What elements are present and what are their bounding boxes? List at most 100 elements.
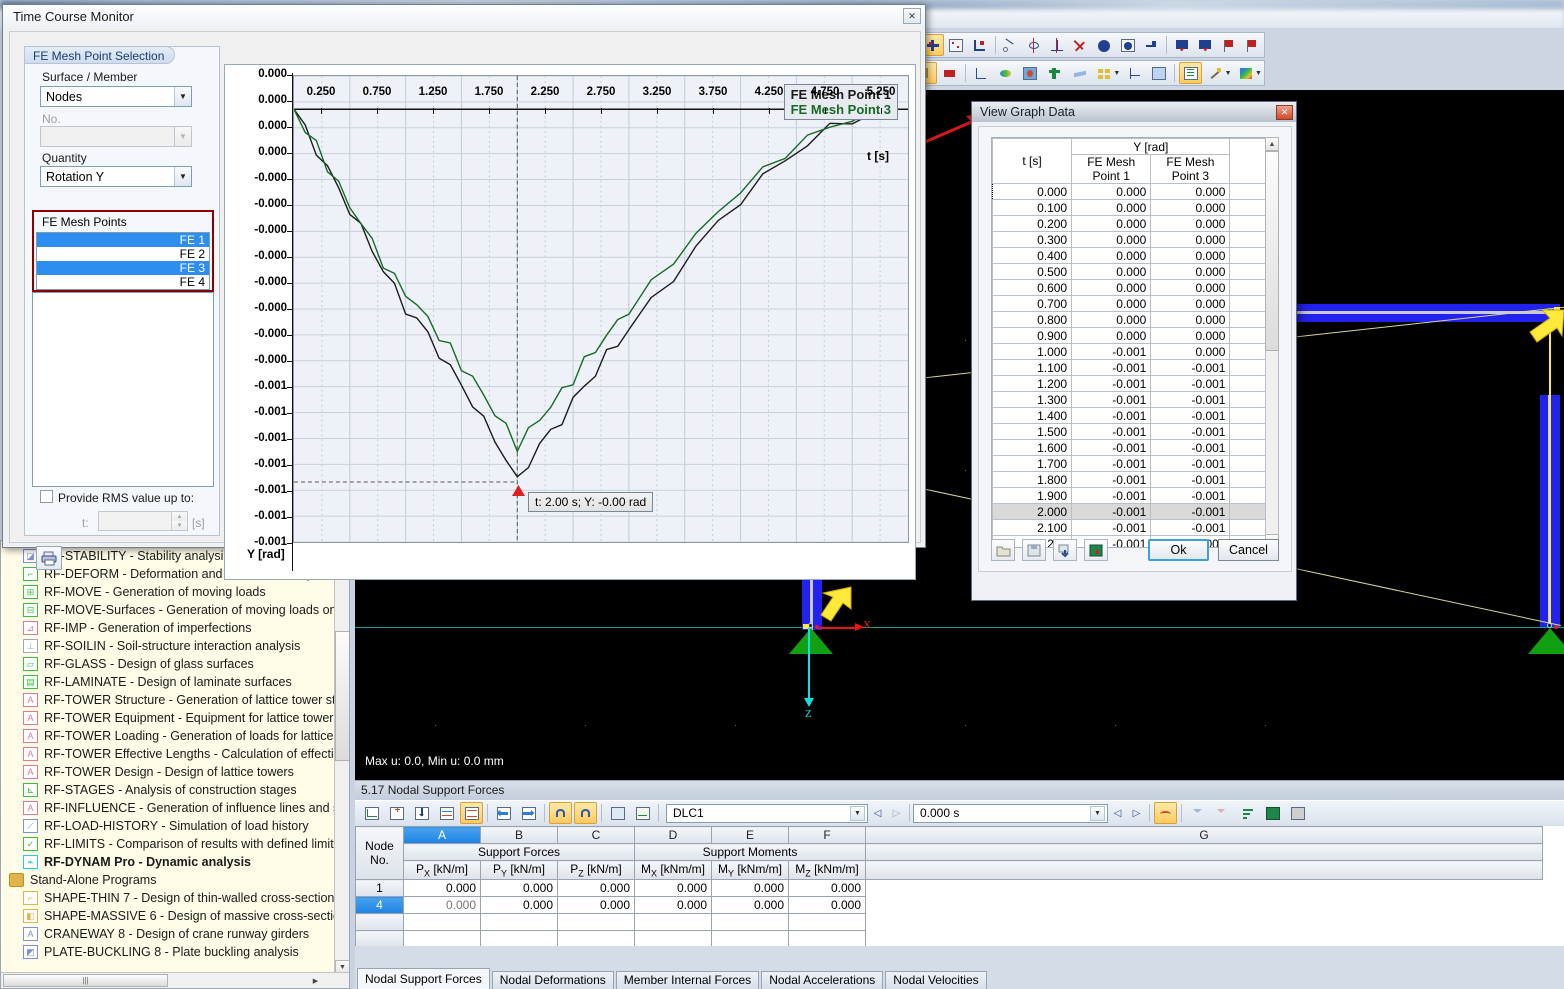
graph-data-cell-p1[interactable]: 0.000 bbox=[1072, 264, 1151, 280]
row-header-empty[interactable] bbox=[356, 931, 404, 946]
tree-item[interactable]: ARF-INFLUENCE - Generation of influence … bbox=[1, 799, 337, 817]
redo-icon[interactable] bbox=[574, 802, 597, 824]
graph-data-row[interactable]: 2.000-0.001-0.001 bbox=[993, 504, 1266, 520]
graph-data-cell-empty[interactable] bbox=[1230, 488, 1266, 504]
table-cell[interactable]: 0.000 bbox=[404, 880, 481, 897]
graph-data-row[interactable]: 0.5000.0000.000 bbox=[993, 264, 1266, 280]
graph-data-row[interactable]: 0.8000.0000.000 bbox=[993, 312, 1266, 328]
graph-data-cell-p1[interactable]: -0.001 bbox=[1072, 456, 1151, 472]
graph-data-cell-empty[interactable] bbox=[1230, 280, 1266, 296]
graph-data-cell-p1[interactable]: 0.000 bbox=[1072, 248, 1151, 264]
graph-data-row[interactable]: 1.000-0.0010.000 bbox=[993, 344, 1266, 360]
view-graph-data-dialog[interactable]: View Graph Data ✕ t [s] Y [rad] FE Mesh … bbox=[971, 101, 1297, 601]
table-cell-empty[interactable] bbox=[866, 880, 1543, 897]
graph-data-cell-empty[interactable] bbox=[1230, 200, 1266, 216]
prev-page-icon[interactable] bbox=[492, 802, 515, 824]
chevron-down-icon[interactable]: ▼ bbox=[1090, 806, 1105, 821]
time-step-combo[interactable]: 0.000 s ▼ bbox=[913, 804, 1108, 823]
graph-data-cell-p3[interactable]: 0.000 bbox=[1151, 248, 1230, 264]
table-cell-empty[interactable] bbox=[789, 914, 866, 931]
graph-data-row[interactable]: 1.500-0.001-0.001 bbox=[993, 424, 1266, 440]
graph-data-cell-p1[interactable]: -0.001 bbox=[1072, 488, 1151, 504]
fe-mesh-point-item[interactable]: FE 4 bbox=[37, 275, 209, 289]
chevron-down-icon[interactable]: ▼ bbox=[174, 87, 191, 106]
report-icon[interactable] bbox=[1179, 62, 1202, 84]
graph-data-cell-t[interactable]: 1.000 bbox=[993, 344, 1072, 360]
timecourse-monitor-icon[interactable] bbox=[1154, 802, 1177, 824]
tree-item[interactable]: ⊾RF-STAGES - Analysis of construction st… bbox=[1, 781, 337, 799]
rotation-icon[interactable] bbox=[1023, 34, 1045, 56]
colorbar-icon[interactable] bbox=[1235, 62, 1258, 84]
graph-data-cell-empty[interactable] bbox=[1230, 408, 1266, 424]
table-cell-empty[interactable] bbox=[866, 914, 1543, 931]
excel-export-icon[interactable] bbox=[1084, 539, 1108, 561]
spinner-down-icon[interactable]: ▼ bbox=[172, 521, 187, 530]
column-header-F[interactable]: F bbox=[789, 827, 866, 844]
wizard-icon[interactable] bbox=[1204, 62, 1227, 84]
graph-data-cell-empty[interactable] bbox=[1230, 312, 1266, 328]
open-icon[interactable] bbox=[991, 539, 1015, 561]
table-cell[interactable]: 0.000 bbox=[558, 897, 635, 914]
graph-data-cell-t[interactable]: 0.500 bbox=[993, 264, 1072, 280]
scroll-right-button[interactable]: ▶ bbox=[308, 973, 323, 988]
add-row-icon[interactable] bbox=[385, 802, 408, 824]
spinner-buttons[interactable]: ▲▼ bbox=[171, 512, 187, 530]
graph-data-cell-p1[interactable]: -0.001 bbox=[1072, 424, 1151, 440]
graph-data-row[interactable]: 1.400-0.001-0.001 bbox=[993, 408, 1266, 424]
graph-data-cell-p1[interactable]: 0.000 bbox=[1072, 200, 1151, 216]
graph-data-cell-empty[interactable] bbox=[1230, 360, 1266, 376]
label-icon[interactable] bbox=[939, 62, 962, 84]
graph-data-cell-p1[interactable]: -0.001 bbox=[1072, 408, 1151, 424]
table-grid-icon[interactable] bbox=[1148, 62, 1171, 84]
section-icon[interactable] bbox=[1123, 62, 1146, 84]
graph-data-cell-p3[interactable]: 0.000 bbox=[1151, 200, 1230, 216]
tree-item[interactable]: ARF-TOWER Structure - Generation of latt… bbox=[1, 691, 337, 709]
diagram-icon[interactable] bbox=[435, 802, 458, 824]
tree-item[interactable]: ⌐SHAPE-THIN 7 - Design of thin-walled cr… bbox=[1, 889, 337, 907]
graph-data-cell-empty[interactable] bbox=[1230, 232, 1266, 248]
surface-member-combo[interactable]: Nodes ▼ bbox=[40, 86, 192, 107]
graph-data-cell-t[interactable]: 2.000 bbox=[993, 504, 1072, 520]
tree-item[interactable]: ⟋RF-LOAD-HISTORY - Simulation of load hi… bbox=[1, 817, 337, 835]
graph-data-cell-empty[interactable] bbox=[1230, 392, 1266, 408]
graph-data-row[interactable]: 1.900-0.001-0.001 bbox=[993, 488, 1266, 504]
graph-data-cell-t[interactable]: 0.700 bbox=[993, 296, 1072, 312]
graph-data-cell-t[interactable]: 2.100 bbox=[993, 520, 1072, 536]
graph-data-cell-empty[interactable] bbox=[1230, 376, 1266, 392]
tree-item[interactable]: ⊿RF-IMP - Generation of imperfections bbox=[1, 619, 337, 637]
time-step-prev-button[interactable]: ◁ bbox=[1108, 804, 1127, 823]
graph-data-cell-p3[interactable]: 0.000 bbox=[1151, 280, 1230, 296]
graph-data-cell-p1[interactable]: 0.000 bbox=[1072, 232, 1151, 248]
graph-data-scrollbar[interactable]: ▲ ▼ bbox=[1265, 137, 1279, 548]
graph-data-cell-p3[interactable]: 0.000 bbox=[1151, 328, 1230, 344]
graph-data-cell-p3[interactable]: -0.001 bbox=[1151, 520, 1230, 536]
flag-red-icon[interactable] bbox=[1218, 34, 1240, 56]
table-row-empty[interactable] bbox=[356, 914, 1543, 931]
column-header-B[interactable]: B bbox=[481, 827, 558, 844]
time-course-chart[interactable]: FE Mesh Point 1FE Mesh Point 3 t: 2.00 s… bbox=[224, 64, 916, 580]
table-cell[interactable]: 0.000 bbox=[789, 880, 866, 897]
graph-data-row[interactable]: 1.200-0.001-0.001 bbox=[993, 376, 1266, 392]
graph-data-cell-t[interactable]: 1.800 bbox=[993, 472, 1072, 488]
table-cell-empty[interactable] bbox=[789, 931, 866, 946]
column-header-A[interactable]: A bbox=[404, 827, 481, 844]
mirror-icon[interactable] bbox=[1047, 34, 1069, 56]
graph-data-cell-p1[interactable]: -0.001 bbox=[1072, 392, 1151, 408]
graph-data-cell-p3[interactable]: -0.001 bbox=[1151, 408, 1230, 424]
graph-data-cell-p1[interactable]: 0.000 bbox=[1072, 184, 1151, 200]
graph-data-cell-p3[interactable]: 0.000 bbox=[1151, 184, 1230, 200]
graph-data-cell-p3[interactable]: 0.000 bbox=[1151, 264, 1230, 280]
node-results-icon[interactable] bbox=[1000, 34, 1022, 56]
table-row[interactable]: 10.0000.0000.0000.0000.0000.000 bbox=[356, 880, 1543, 897]
tree-item[interactable]: ◧SHAPE-MASSIVE 6 - Design of massive cro… bbox=[1, 907, 337, 925]
tree-item[interactable]: ARF-TOWER Loading - Generation of loads … bbox=[1, 727, 337, 745]
graph-data-cell-t[interactable]: 1.300 bbox=[993, 392, 1072, 408]
graph-data-cell-t[interactable]: 0.400 bbox=[993, 248, 1072, 264]
chevron-down-icon[interactable]: ▼ bbox=[174, 167, 191, 186]
info-filter-icon[interactable] bbox=[1211, 802, 1234, 824]
graph-data-row[interactable]: 0.3000.0000.000 bbox=[993, 232, 1266, 248]
save-icon[interactable] bbox=[1022, 539, 1046, 561]
ok-button[interactable]: Ok bbox=[1148, 539, 1209, 561]
chevron-down-icon[interactable]: ▼ bbox=[850, 806, 865, 821]
fe-mesh-points-list[interactable]: FE 1FE 2FE 3FE 4 bbox=[36, 232, 210, 290]
